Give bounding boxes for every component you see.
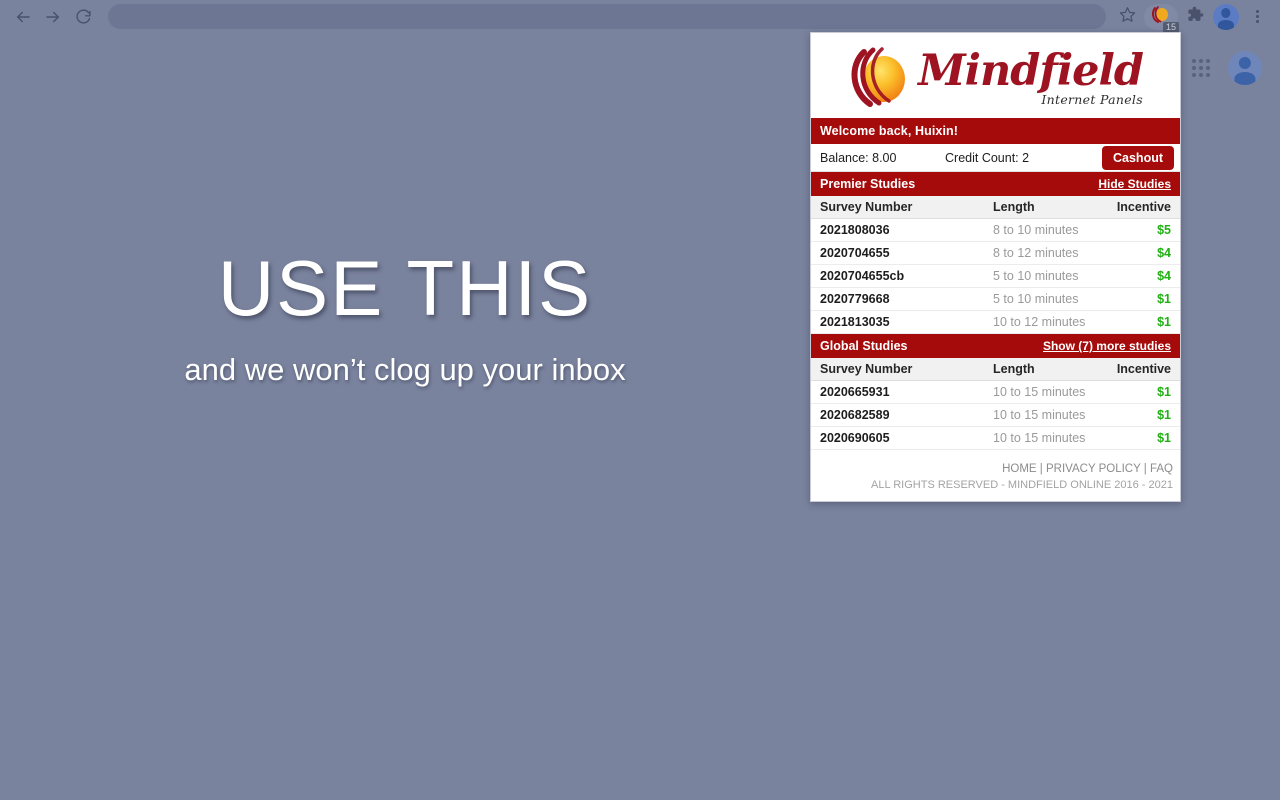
google-apps-grid-icon[interactable] (1192, 59, 1210, 77)
table-header-row: Survey Number Length Incentive (811, 358, 1180, 381)
reload-icon (75, 8, 92, 25)
extensions-button[interactable] (1180, 2, 1210, 32)
column-header-survey: Survey Number (811, 358, 984, 381)
person-glyph-icon (1228, 51, 1262, 85)
premier-studies-header: Premier Studies Hide Studies (811, 172, 1180, 196)
mindfield-extension-button[interactable]: 15 (1144, 3, 1179, 33)
survey-length: 5 to 10 minutes (984, 264, 1102, 288)
footer-separator: | (1036, 463, 1046, 475)
survey-incentive: $1 (1102, 287, 1180, 311)
footer-separator: | (1140, 463, 1150, 475)
address-bar[interactable] (108, 4, 1106, 29)
survey-incentive: $4 (1102, 264, 1180, 288)
table-row[interactable]: 2020690605 10 to 15 minutes $1 (811, 426, 1180, 450)
table-row[interactable]: 2020704655cb 5 to 10 minutes $4 (811, 264, 1180, 288)
back-button[interactable] (8, 2, 38, 32)
premier-studies-title: Premier Studies (820, 177, 916, 191)
global-studies-table: Survey Number Length Incentive 202066593… (811, 358, 1180, 450)
forward-arrow-icon (44, 8, 62, 26)
hero-subtitle: and we won’t clog up your inbox (184, 351, 626, 387)
survey-length: 8 to 10 minutes (984, 218, 1102, 242)
survey-number: 2020682589 (811, 403, 984, 427)
column-header-incentive: Incentive (1102, 358, 1180, 381)
hero-title: USE THIS (217, 244, 593, 332)
page-header-actions (1192, 51, 1262, 85)
hide-studies-link[interactable]: Hide Studies (1098, 177, 1171, 191)
survey-number: 2020665931 (811, 380, 984, 404)
logo-tagline: Internet Panels (1041, 91, 1143, 107)
credit-count-label: Credit Count: 2 (945, 150, 1030, 165)
mindfield-globe-logo (848, 46, 914, 110)
table-row[interactable]: 2020779668 5 to 10 minutes $1 (811, 287, 1180, 311)
puzzle-piece-icon (1187, 6, 1204, 28)
footer-link-privacy-policy[interactable]: PRIVACY POLICY (1046, 463, 1141, 475)
balance-label: Balance: 8.00 (820, 150, 897, 165)
footer-link-faq[interactable]: FAQ (1150, 463, 1173, 475)
survey-length: 10 to 12 minutes (984, 310, 1102, 334)
extension-badge-count: 15 (1162, 21, 1179, 33)
bookmark-button[interactable] (1112, 2, 1142, 32)
global-studies-header: Global Studies Show (7) more studies (811, 334, 1180, 358)
premier-studies-table: Survey Number Length Incentive 202180803… (811, 196, 1180, 334)
survey-length: 10 to 15 minutes (984, 403, 1102, 427)
footer-copyright: ALL RIGHTS RESERVED - MINDFIELD ONLINE 2… (871, 479, 1173, 491)
survey-incentive: $1 (1102, 310, 1180, 334)
column-header-length: Length (984, 358, 1102, 381)
popup-logo: Mindfield Internet Panels (811, 33, 1180, 118)
survey-incentive: $1 (1102, 403, 1180, 427)
profile-avatar-icon[interactable] (1213, 3, 1239, 30)
popup-logo-text: Mindfield Internet Panels (918, 45, 1144, 107)
survey-length: 8 to 12 minutes (984, 241, 1102, 265)
cashout-button[interactable]: Cashout (1102, 145, 1174, 170)
account-avatar-icon[interactable] (1228, 51, 1262, 85)
survey-length: 10 to 15 minutes (984, 426, 1102, 450)
logo-wordmark: Mindfield (918, 45, 1144, 96)
hero-section: USE THIS and we won’t clog up your inbox (0, 244, 810, 388)
table-row[interactable]: 2020665931 10 to 15 minutes $1 (811, 380, 1180, 404)
survey-incentive: $1 (1102, 380, 1180, 404)
survey-length: 5 to 10 minutes (984, 287, 1102, 311)
survey-length: 10 to 15 minutes (984, 380, 1102, 404)
survey-number: 2021813035 (811, 310, 984, 334)
survey-number: 2020704655 (811, 241, 984, 265)
chrome-menu-button[interactable] (1242, 2, 1272, 32)
table-row[interactable]: 2021808036 8 to 10 minutes $5 (811, 218, 1180, 242)
back-arrow-icon (14, 8, 32, 26)
column-header-incentive: Incentive (1102, 196, 1180, 219)
balance-bar: Balance: 8.00 Credit Count: 2 Cashout (811, 144, 1180, 172)
table-row[interactable]: 2020682589 10 to 15 minutes $1 (811, 403, 1180, 427)
popup-footer: HOME | PRIVACY POLICY | FAQ ALL RIGHTS R… (811, 455, 1180, 501)
survey-incentive: $5 (1102, 218, 1180, 242)
column-header-survey: Survey Number (811, 196, 984, 219)
survey-incentive: $4 (1102, 241, 1180, 265)
three-dot-menu-icon (1255, 10, 1259, 23)
survey-number: 2020704655cb (811, 264, 984, 288)
welcome-message: Welcome back, Huixin! (811, 118, 1180, 144)
person-glyph-icon (1213, 4, 1239, 30)
survey-number: 2020779668 (811, 287, 984, 311)
global-studies-title: Global Studies (820, 339, 908, 353)
browser-toolbar: 15 (0, 0, 1280, 33)
survey-number: 2021808036 (811, 218, 984, 242)
column-header-length: Length (984, 196, 1102, 219)
survey-incentive: $1 (1102, 426, 1180, 450)
star-icon (1119, 6, 1136, 28)
show-more-studies-link[interactable]: Show (7) more studies (1043, 339, 1171, 353)
forward-button[interactable] (38, 2, 68, 32)
table-header-row: Survey Number Length Incentive (811, 196, 1180, 219)
footer-link-home[interactable]: HOME (1002, 463, 1037, 475)
table-row[interactable]: 2021813035 10 to 12 minutes $1 (811, 310, 1180, 334)
table-row[interactable]: 2020704655 8 to 12 minutes $4 (811, 241, 1180, 265)
mindfield-extension-popup: Mindfield Internet Panels Welcome back, … (810, 32, 1181, 502)
survey-number: 2020690605 (811, 426, 984, 450)
reload-button[interactable] (68, 2, 98, 32)
footer-links: HOME | PRIVACY POLICY | FAQ (811, 463, 1173, 475)
